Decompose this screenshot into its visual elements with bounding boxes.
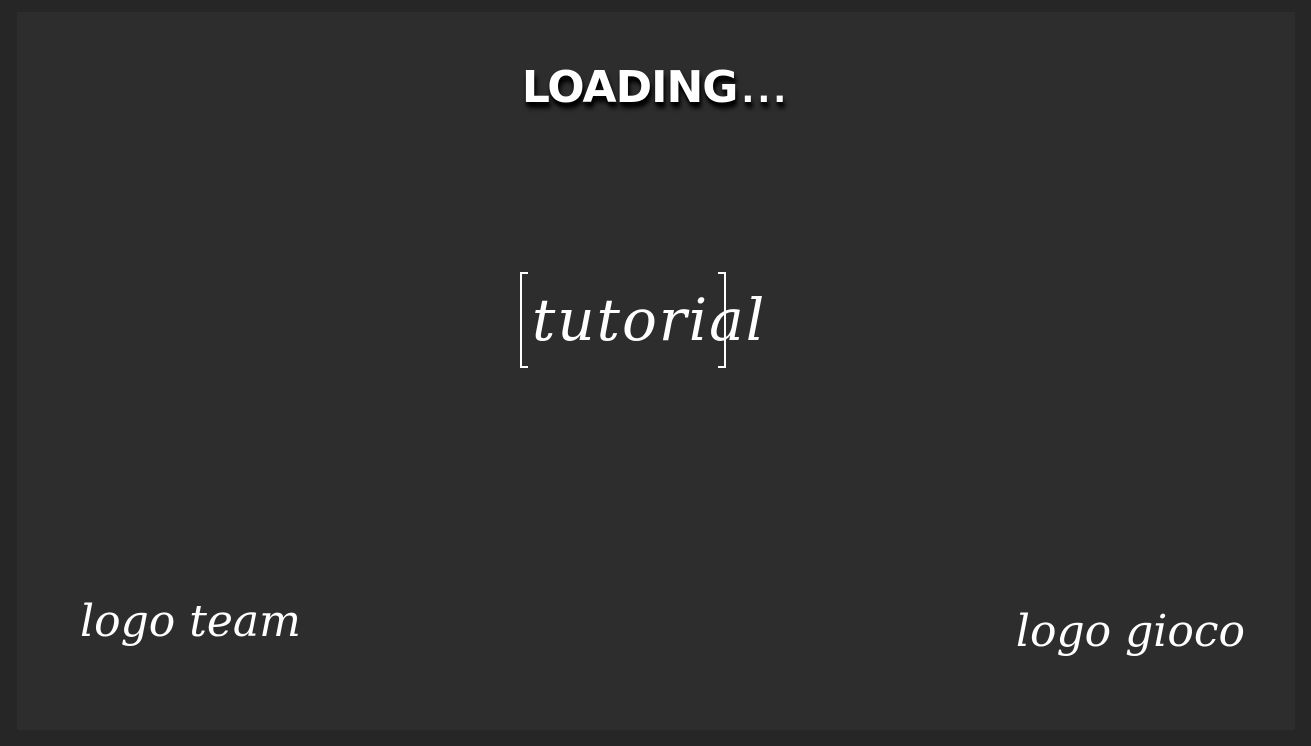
left-bracket — [520, 272, 528, 368]
loading-dots: ... — [741, 71, 790, 111]
loading-screen-frame: LOADING... tutorial logo team logo gioco — [0, 0, 1311, 746]
tutorial-label: tutorial — [532, 286, 767, 354]
loading-indicator: LOADING... — [0, 62, 1311, 113]
right-bracket — [718, 272, 726, 368]
team-logo-placeholder: logo team — [80, 596, 301, 647]
game-logo-placeholder: logo gioco — [1015, 606, 1245, 657]
tutorial-placeholder: tutorial — [520, 272, 767, 372]
loading-label: LOADING — [521, 62, 739, 113]
